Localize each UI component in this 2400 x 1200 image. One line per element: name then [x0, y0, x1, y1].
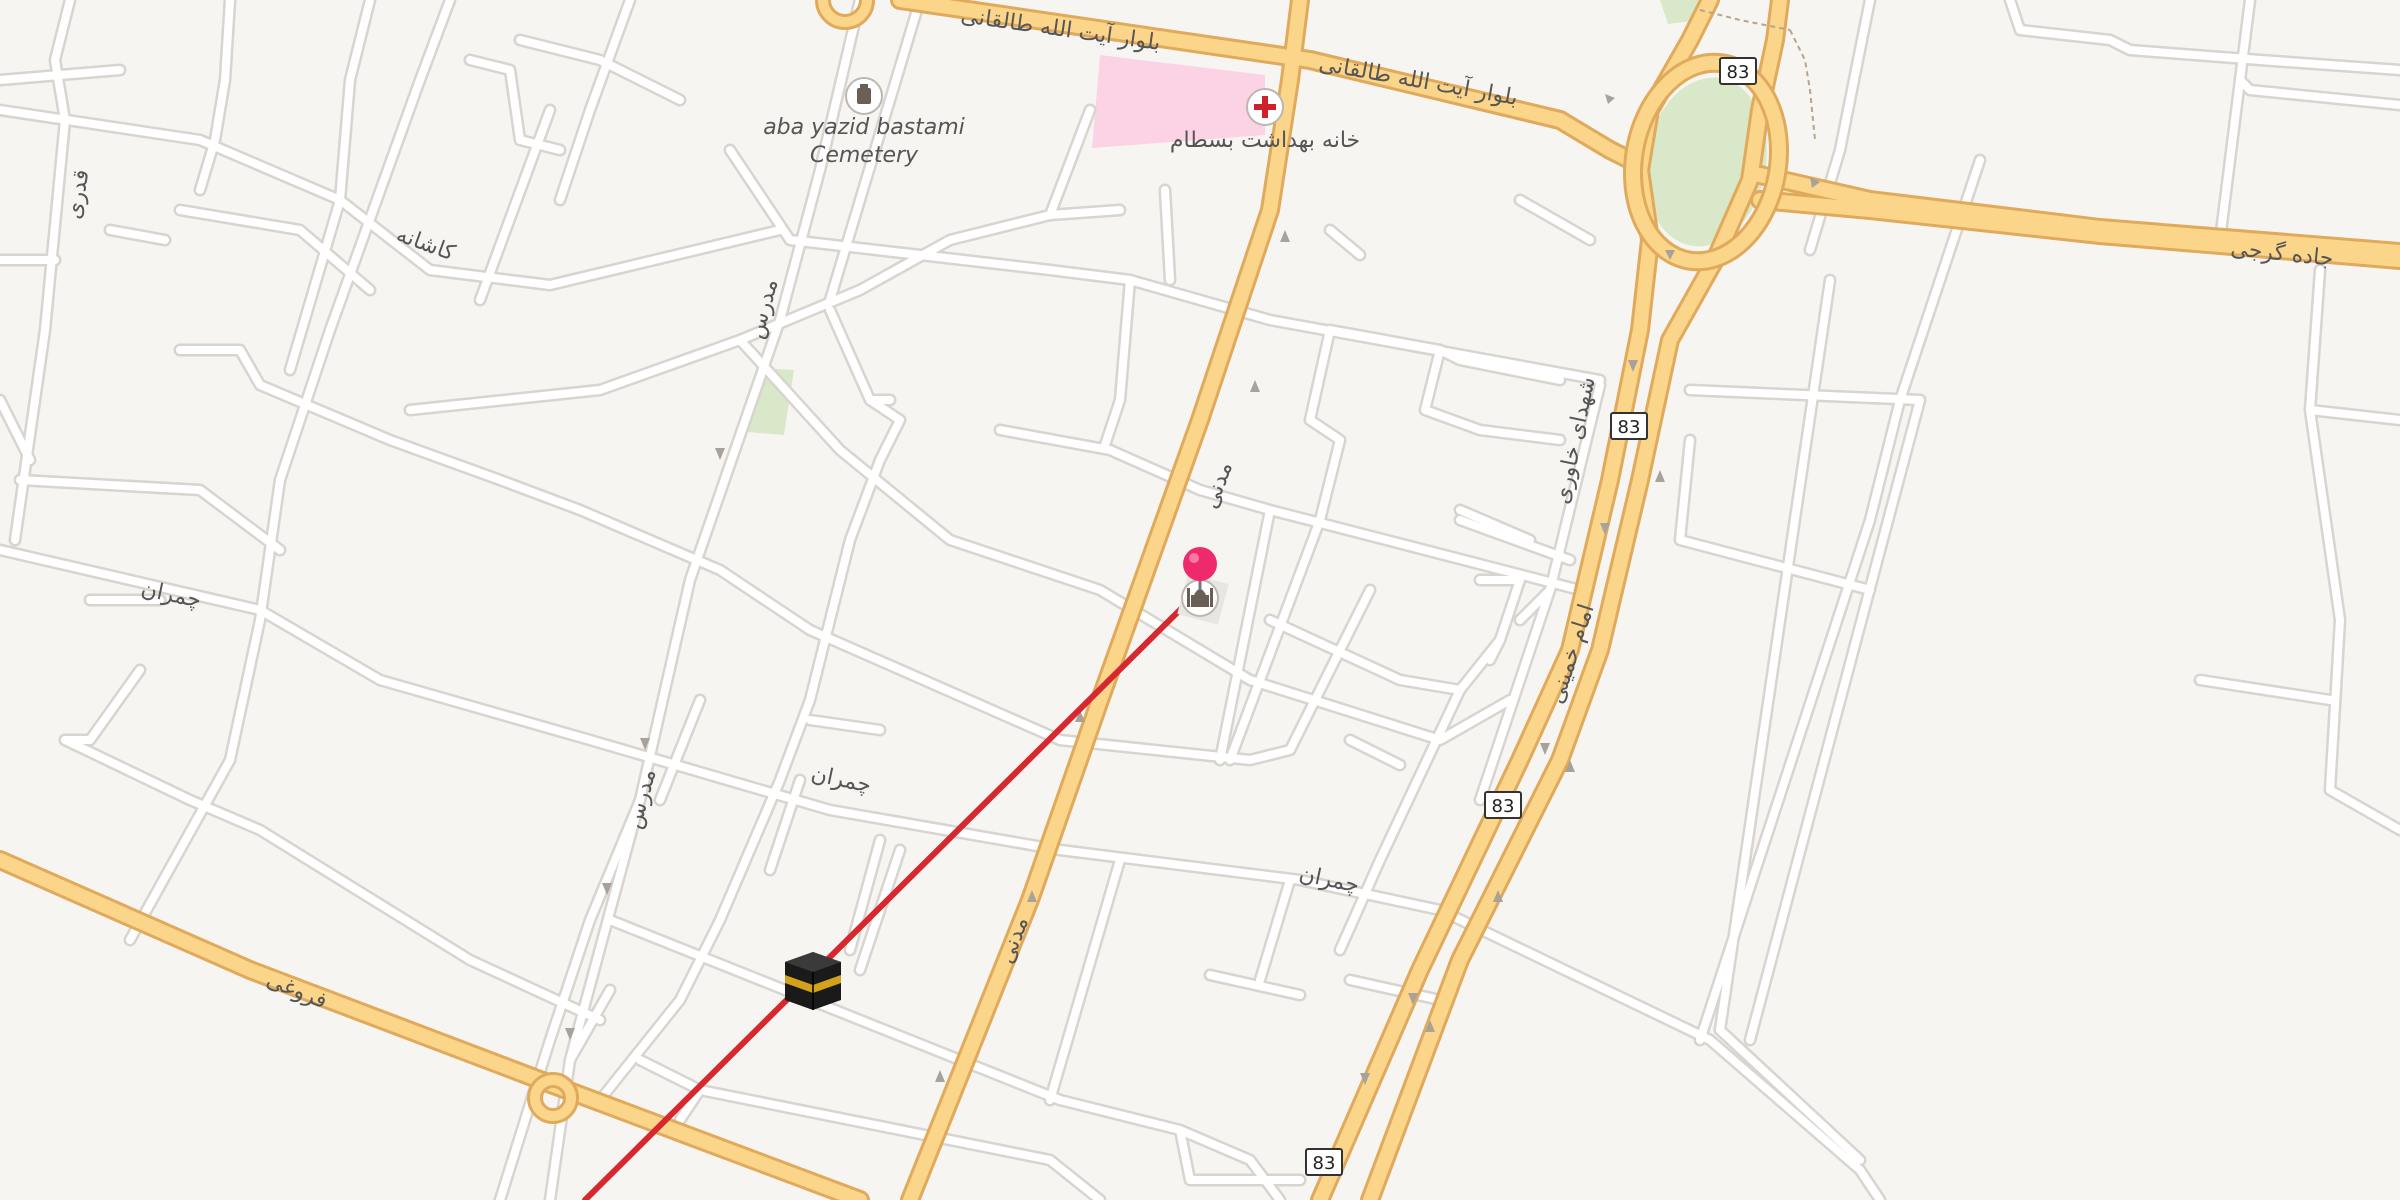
health-house-label: خانه بهداشت بسطام — [1170, 128, 1360, 153]
route-shield-1: 83 — [1719, 57, 1757, 85]
cemetery-icon-glyph-top — [860, 84, 868, 89]
mosque-icon-body — [1191, 595, 1209, 607]
hospital-icon-cross-h — [1254, 104, 1276, 110]
route-shield-4-text: 83 — [1313, 1153, 1336, 1174]
route-shield-3: 83 — [1484, 791, 1522, 819]
pin-highlight — [1189, 553, 1199, 563]
route-shield-1-text: 83 — [1727, 62, 1750, 83]
pin-head — [1183, 547, 1217, 581]
cemetery-label-line2: Cemetery — [810, 143, 919, 168]
route-shield-3-text: 83 — [1492, 796, 1515, 817]
kaaba-icon[interactable] — [785, 952, 841, 1010]
mosque-icon-minaret — [1187, 588, 1190, 607]
cemetery-label-line1: aba yazid bastami — [763, 115, 965, 140]
route-shield-4: 83 — [1305, 1148, 1343, 1176]
map-canvas[interactable]: بلوار آیت الله طالقانی بلوار آیت الله طا… — [0, 0, 2400, 1200]
mosque-icon-minaret-2 — [1210, 588, 1213, 607]
cemetery-icon-glyph — [857, 88, 871, 104]
minor-road — [1161, 186, 1174, 284]
route-shield-2: 83 — [1610, 412, 1648, 440]
route-shield-2-text: 83 — [1618, 417, 1641, 438]
